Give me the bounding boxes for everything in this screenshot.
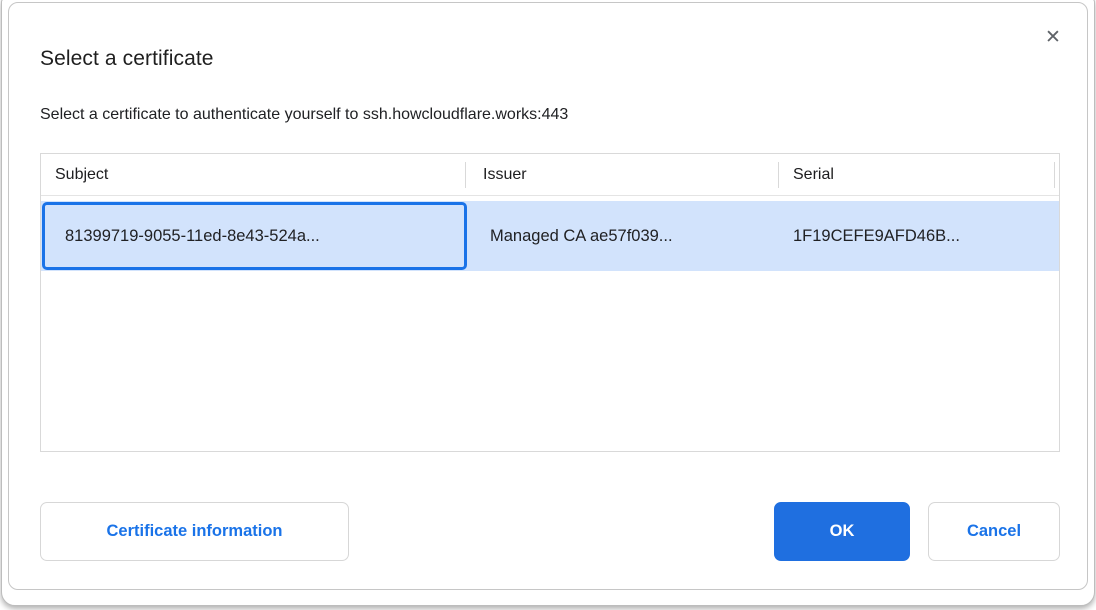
dialog-title: Select a certificate xyxy=(40,47,214,71)
select-certificate-dialog: ✕ Select a certificate Select a certific… xyxy=(8,2,1088,590)
column-header-subject[interactable]: Subject xyxy=(55,154,108,195)
screen: ✕ Select a certificate Select a certific… xyxy=(0,0,1096,610)
column-header-issuer[interactable]: Issuer xyxy=(483,154,527,195)
dialog-subtitle: Select a certificate to authenticate you… xyxy=(40,106,568,124)
cell-issuer: Managed CA ae57f039... xyxy=(490,201,673,271)
certificate-information-button[interactable]: Certificate information xyxy=(40,502,349,561)
table-row[interactable]: 81399719-9055-11ed-8e43-524a... Managed … xyxy=(41,201,1059,271)
column-divider xyxy=(1054,162,1055,188)
ok-button[interactable]: OK xyxy=(774,502,910,561)
table-header: Subject Issuer Serial xyxy=(41,154,1059,196)
column-header-serial[interactable]: Serial xyxy=(793,154,834,195)
column-divider xyxy=(778,162,779,188)
close-icon[interactable]: ✕ xyxy=(1039,23,1067,51)
column-divider xyxy=(465,162,466,188)
cancel-button[interactable]: Cancel xyxy=(928,502,1060,561)
cell-subject: 81399719-9055-11ed-8e43-524a... xyxy=(65,201,320,271)
certificate-table: Subject Issuer Serial 81399719-9055-11ed… xyxy=(40,153,1060,452)
cell-serial: 1F19CEFE9AFD46B... xyxy=(793,201,960,271)
browser-window-fragment: ✕ Select a certificate Select a certific… xyxy=(1,0,1095,606)
